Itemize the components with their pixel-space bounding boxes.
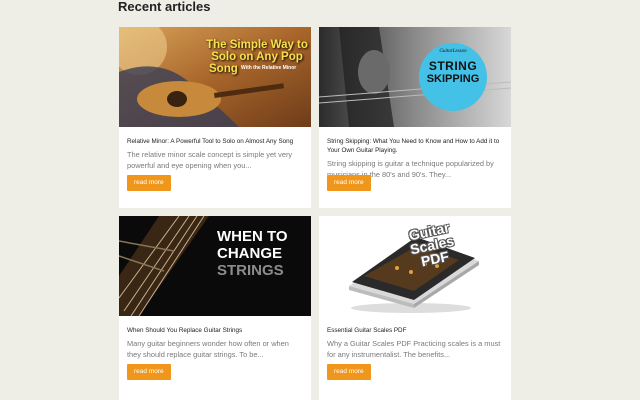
read-more-button[interactable]: read more xyxy=(327,175,371,191)
article-card: WHEN TO CHANGE STRINGS When Should You R… xyxy=(119,216,311,400)
article-title[interactable]: Relative Minor: A Powerful Tool to Solo … xyxy=(127,137,303,146)
article-thumbnail[interactable]: Guitar Scales PDF xyxy=(319,216,511,316)
article-title[interactable]: When Should You Replace Guitar Strings xyxy=(127,326,303,335)
thumbnail-text: SKIPPING xyxy=(426,73,480,85)
article-title[interactable]: String Skipping: What You Need to Know a… xyxy=(327,137,503,155)
brand-logo-text: GuitarLesson xyxy=(439,49,467,54)
thumbnail-text: STRINGS xyxy=(217,262,284,279)
article-excerpt: Why a Guitar Scales PDF Practicing scale… xyxy=(327,339,501,359)
article-title[interactable]: Essential Guitar Scales PDF xyxy=(327,326,503,335)
thumbnail-text: The Simple Way to xyxy=(206,39,308,51)
thumbnail-text: STRING xyxy=(428,59,478,73)
read-more-button[interactable]: read more xyxy=(327,364,371,380)
article-excerpt: Many guitar beginners wonder how often o… xyxy=(127,339,289,359)
article-excerpt: The relative minor scale concept is simp… xyxy=(127,150,293,170)
read-more-button[interactable]: read more xyxy=(127,364,171,380)
read-more-button[interactable]: read more xyxy=(127,175,171,191)
article-thumbnail[interactable]: The Simple Way to Solo on Any Pop Song W… xyxy=(119,27,311,127)
article-thumbnail[interactable]: WHEN TO CHANGE STRINGS xyxy=(119,216,311,316)
thumbnail-text: WHEN TO xyxy=(217,228,288,245)
article-thumbnail[interactable]: GuitarLesson STRING SKIPPING xyxy=(319,27,511,127)
thumbnail-subtext: With the Relative Minor xyxy=(241,65,297,71)
article-card: Guitar Scales PDF Essential Guitar Scale… xyxy=(319,216,511,400)
article-card: GuitarLesson STRING SKIPPING String Skip… xyxy=(319,27,511,208)
thumbnail-text: CHANGE xyxy=(217,245,283,262)
section-heading: Recent articles xyxy=(118,0,211,14)
article-card: The Simple Way to Solo on Any Pop Song W… xyxy=(119,27,311,208)
thumbnail-text: Solo on Any Pop xyxy=(211,51,303,63)
